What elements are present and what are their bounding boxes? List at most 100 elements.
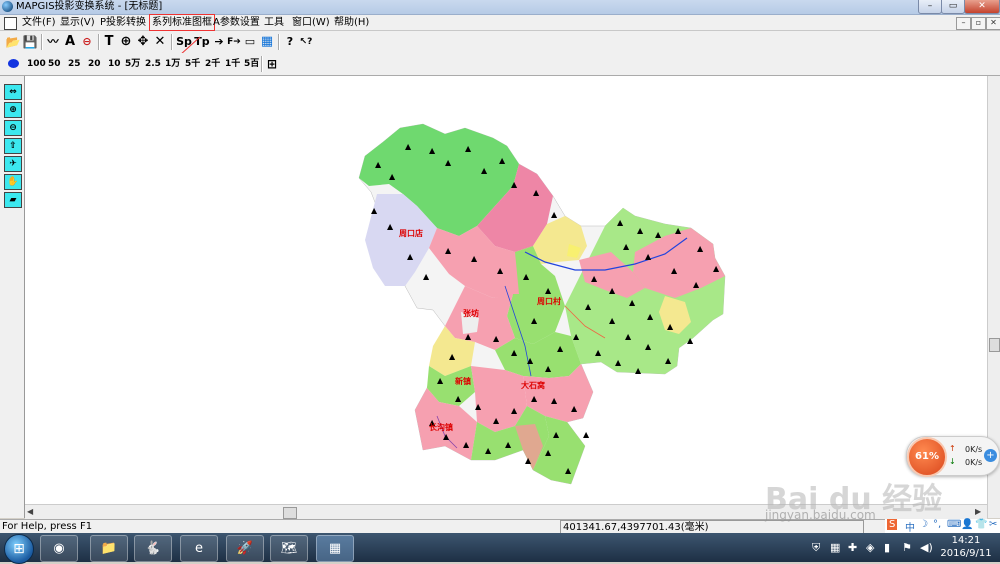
watermark-url: jingyan.baidu.com [765,508,876,522]
scale-5wan[interactable]: 5万 [125,57,140,71]
crosshair-icon[interactable]: ⊕ [118,34,134,50]
taskbar-app-ie[interactable]: e [180,535,218,562]
village-marker-icon: ▲ [485,446,492,455]
eraser-icon[interactable]: ▰ [4,192,22,208]
horizontal-scroll-thumb[interactable] [283,507,297,519]
menu-params[interactable]: A参数设置 [211,15,262,30]
ime-toolbar[interactable]: S 中 ☽ °, ⌨ 👤 👕 ✂ [885,519,1000,534]
plus-icon[interactable]: + [984,449,997,462]
menu-file[interactable]: 文件(F) [20,15,58,30]
menu-window[interactable]: 窗口(W) [290,15,332,30]
pan-home-icon[interactable]: ⇧ [4,138,22,154]
monitor-icon[interactable]: ▭ [242,34,258,50]
scale-100[interactable]: 100 [27,57,46,71]
scale-5qian[interactable]: 5千 [185,57,200,71]
close-button[interactable]: ✕ [964,0,1000,14]
help-question-icon[interactable]: ? [282,34,298,50]
village-marker-icon: ▲ [595,348,602,357]
blue-dot-icon[interactable] [8,59,19,68]
text-a-icon[interactable]: A [62,34,78,50]
tray-security-icon[interactable]: ◈ [866,541,874,554]
fit-extent-icon[interactable]: ⇔ [4,84,22,100]
village-marker-icon: ▲ [635,366,642,375]
ime-chinese-icon[interactable]: 中 [905,519,915,534]
ime-moon-icon[interactable]: ☽ [919,519,928,530]
taskbar-app-media[interactable]: ◉ [40,535,78,562]
clock-time: 14:21 [951,535,981,546]
ime-tool-icon[interactable]: ✂ [989,519,997,530]
village-marker-icon: ▲ [617,218,624,227]
taskbar-app-mapgis[interactable]: 🗺 [270,535,308,562]
text-t-icon[interactable]: T [101,34,117,50]
taskbar-app-green[interactable]: 🐇 [134,535,172,562]
village-marker-icon: ▲ [481,166,488,175]
menu-tools[interactable]: 工具 [262,15,286,30]
taskbar-app-projection[interactable]: ▦ [316,535,354,562]
village-marker-icon: ▲ [471,254,478,263]
network-speed-widget[interactable]: 61% ↑ ↓ 0K/s 0K/s + [906,436,1000,477]
scale-50[interactable]: 50 [48,57,61,71]
arrow-f-icon[interactable]: F➔ [226,34,242,50]
context-help-icon[interactable]: ↖? [298,34,314,50]
arrow-right-icon[interactable]: ➔ [211,34,227,50]
upload-arrow-icon: ↑ [949,444,956,453]
village-marker-icon: ▲ [609,316,616,325]
table-grid-icon[interactable]: ⊞ [265,56,279,72]
map-canvas[interactable]: ▲ ▲ ▲ ▲ ▲ ▲ ▲ ▲ ▲ ▲ ▲ ▲ ▲ ▲ ▲ ▲ ▲ ▲ ▲ ▲ ▲ ▲ ▲ ▲ ▲ ▲ ▲ ▲ ▲ ▲ ▲ ▲ ▲ ▲ ▲ ▲ ▲ ▲ ▲ ▲… [25,76,987,504]
start-button[interactable]: ⊞ [4,534,34,564]
tray-flag-icon[interactable]: ⚑ [902,541,912,554]
village-marker-icon: ▲ [573,332,580,341]
save-icon[interactable]: 💾 [22,34,38,50]
move-icon[interactable]: ✥ [135,34,151,50]
taskbar-app-explorer[interactable]: 📁 [90,535,128,562]
village-marker-icon: ▲ [475,402,482,411]
scroll-left-icon[interactable]: ◀ [27,507,33,516]
tray-shield-icon[interactable]: ⛨ [812,541,820,555]
tray-signal-icon[interactable]: ▮ [884,541,890,554]
ime-logo-icon[interactable]: S [887,519,898,530]
document-icon[interactable] [4,17,17,30]
tray-green-icon[interactable]: ✚ [848,541,857,554]
ime-user-icon[interactable]: 👤 [961,519,973,530]
mdi-close-button[interactable]: ✕ [986,17,1000,30]
zoom-in-icon[interactable]: ⊕ [4,102,22,118]
scale-toolbar: 100 50 25 20 10 5万 2.5 1万 5千 2千 1千 5百 ⊞ [0,53,1000,76]
vertical-scroll-thumb[interactable] [989,338,1000,352]
folder-open-icon[interactable]: 📂 [5,34,21,50]
scale-5bai[interactable]: 5百 [244,57,259,71]
no-entry-icon[interactable]: ⊖ [79,34,95,50]
tray-volume-icon[interactable]: ◀) [920,541,933,554]
ime-shirt-icon[interactable]: 👕 [975,519,987,530]
hand-pan-icon[interactable]: ✋ [4,174,22,190]
download-arrow-icon: ↓ [949,457,956,466]
village-marker-icon: ▲ [665,356,672,365]
scale-1qian[interactable]: 1千 [225,57,240,71]
village-marker-icon: ▲ [667,322,674,331]
scale-25[interactable]: 25 [68,57,81,71]
polyline-icon[interactable]: 〰 [45,34,61,50]
mdi-minimize-button[interactable]: – [956,17,971,30]
scale-2-5[interactable]: 2.5 [145,57,161,71]
ime-keyboard-icon[interactable]: ⌨ [947,519,961,530]
tray-network-icon[interactable]: ▦ [830,541,840,554]
mdi-restore-button[interactable]: ▫ [971,17,986,30]
move-view-icon[interactable]: ✈ [4,156,22,172]
taskbar-clock[interactable]: 14:21 2016/9/11 [938,534,994,560]
scroll-right-icon[interactable]: ▶ [975,507,981,516]
zoom-out-icon[interactable]: ⊖ [4,120,22,136]
scale-20[interactable]: 20 [88,57,101,71]
scale-10[interactable]: 10 [108,57,121,71]
menu-view[interactable]: 显示(V) [58,15,97,30]
maximize-button[interactable]: ▭ [941,0,965,14]
village-marker-icon: ▲ [687,336,694,345]
village-marker-icon: ▲ [571,404,578,413]
menu-projection[interactable]: P投影转换 [98,15,148,30]
scale-1wan[interactable]: 1万 [165,57,180,71]
menu-series-frame[interactable]: 系列标准图框 [149,14,215,31]
minimize-button[interactable]: – [918,0,942,14]
taskbar-app-rocket[interactable]: 🚀 [226,535,264,562]
menu-help[interactable]: 帮助(H) [332,15,371,30]
grid-pattern-icon[interactable]: ▦ [259,34,275,50]
ime-punct-icon[interactable]: °, [933,519,941,530]
scale-2qian[interactable]: 2千 [205,57,220,71]
